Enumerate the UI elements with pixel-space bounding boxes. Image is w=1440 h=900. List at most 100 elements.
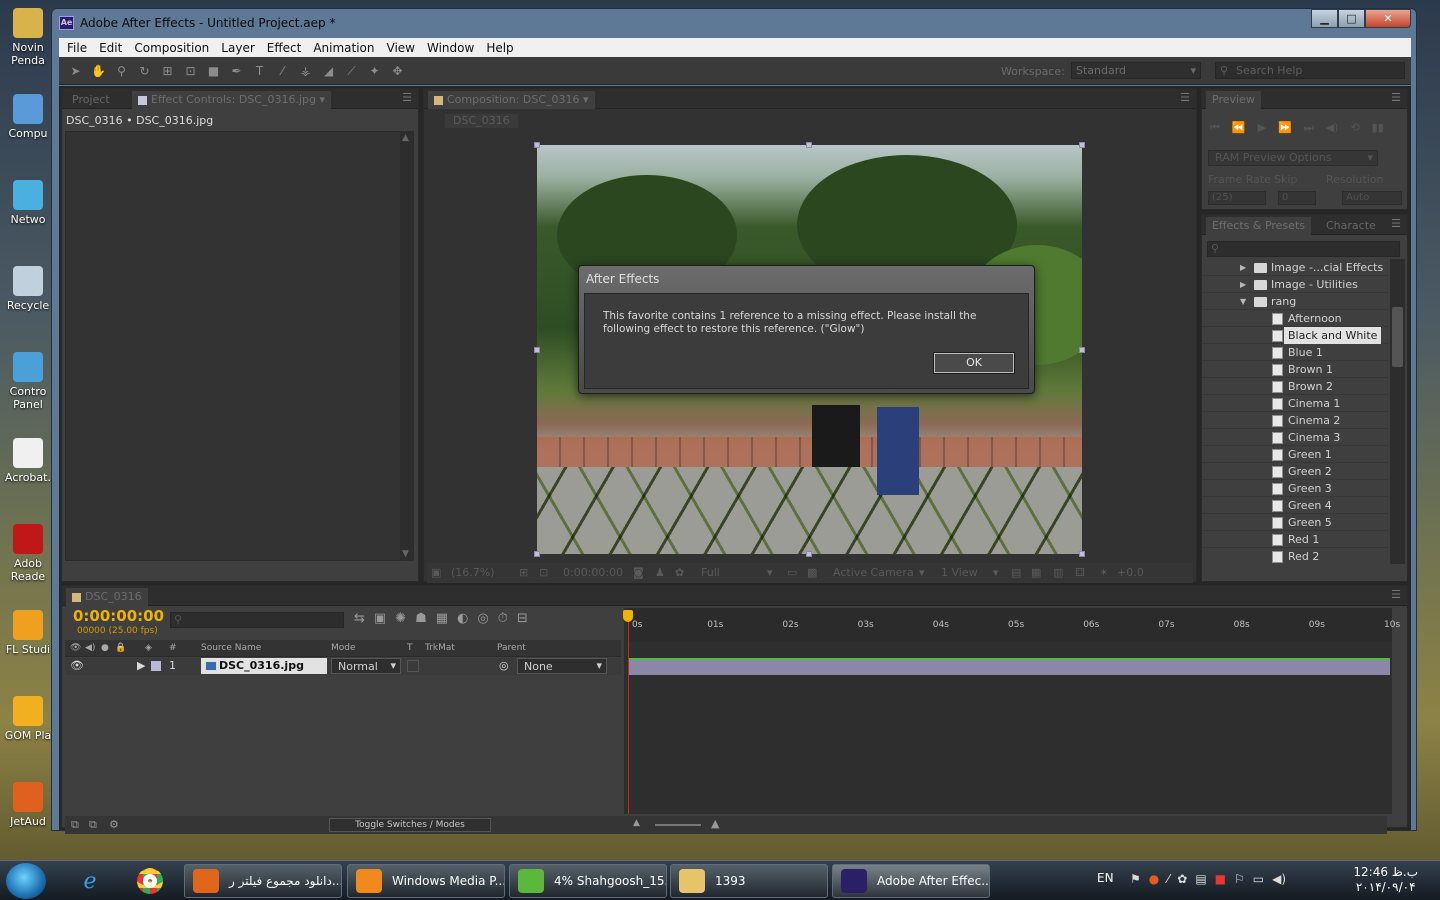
hand-tool-icon[interactable]: ✋ (90, 63, 107, 79)
column-source-name[interactable]: Source Name (201, 643, 261, 653)
chevron-down-icon[interactable]: ▾ (993, 566, 999, 579)
taskbar-folder[interactable]: 1393 (670, 864, 828, 898)
effects-list-item[interactable]: Red 1 (1202, 531, 1388, 548)
zoom-slider[interactable] (655, 824, 701, 826)
transfer-controls-icon[interactable]: ⧉ (89, 818, 97, 832)
in-out-icon[interactable]: ⚙ (109, 818, 119, 831)
comp-subtab[interactable]: DSC_0316 (444, 113, 519, 129)
start-button[interactable] (6, 863, 46, 899)
effects-list-item[interactable]: Cinema 2 (1202, 412, 1388, 429)
layer-handle[interactable] (806, 142, 812, 148)
channel-icon[interactable]: ✿ (675, 566, 684, 579)
tray-volume-icon[interactable]: ◀) (1272, 872, 1286, 886)
effect-controls-scrollbar[interactable]: ▲ ▼ (400, 131, 414, 561)
flowchart-icon[interactable]: ⚃ (1075, 566, 1085, 579)
camera-tool-icon[interactable]: ⊞ (159, 63, 176, 79)
desktop-icon-control-panel[interactable]: Contro Panel (0, 352, 56, 411)
layer-parent-select[interactable]: None ▾ (517, 658, 607, 674)
timeline-search-input[interactable]: ⚲ (170, 612, 344, 628)
ram-preview-icon[interactable]: ▮▮ (1372, 121, 1384, 135)
selection-tool-icon[interactable]: ➤ (67, 63, 84, 79)
exposure-value[interactable]: +0.0 (1117, 566, 1144, 579)
graph-editor-icon[interactable]: ⊟ (517, 611, 528, 626)
tab-project[interactable]: Project (66, 91, 116, 109)
frame-blending-icon[interactable]: ▦ (436, 611, 448, 626)
desktop-icon-network[interactable]: Netwo (0, 180, 56, 226)
audio-icon[interactable]: ◀) (1326, 121, 1339, 135)
menu-help[interactable]: Help (480, 41, 519, 55)
scroll-down-icon[interactable]: ▼ (402, 549, 409, 559)
menu-edit[interactable]: Edit (93, 41, 128, 55)
tray-app-icon[interactable]: ▤ (1195, 872, 1206, 886)
chevron-down-icon[interactable]: ▾ (767, 566, 773, 579)
eye-icon[interactable]: 👁 (70, 659, 84, 672)
zoom-select[interactable]: (16.7%) (451, 566, 495, 579)
scroll-up-icon[interactable]: ▲ (402, 133, 409, 143)
tray-network-icon[interactable]: ▭ (1253, 872, 1264, 886)
scroll-thumb[interactable] (1392, 307, 1403, 367)
ram-preview-options-select[interactable]: RAM Preview Options ▾ (1208, 150, 1378, 166)
tab-effect-controls[interactable]: Effect Controls: DSC_0316.jpg ▾ (132, 91, 332, 109)
next-frame-icon[interactable]: ⏩ (1278, 121, 1292, 135)
effects-list-item[interactable]: Green 2 (1202, 463, 1388, 480)
taskbar-after-effects[interactable]: Adobe After Effec... (832, 864, 990, 898)
live-update-icon[interactable]: ▣ (374, 611, 386, 626)
system-clock[interactable]: 12:46 ب.ظ ۲۰۱۴/۰۹/۰۴ (1353, 865, 1418, 895)
internet-explorer-icon[interactable]: ℯ (64, 865, 116, 897)
zoom-tool-icon[interactable]: ⚲ (113, 63, 130, 79)
expand-triangle-icon[interactable]: ▶ (137, 659, 145, 672)
desktop-icon-computer[interactable]: Compu (0, 94, 56, 140)
fast-previews-icon[interactable]: ▦ (1031, 566, 1041, 579)
effects-list-item[interactable]: Afternoon (1202, 310, 1388, 327)
desktop-icon-jetaudio[interactable]: JetAud (0, 782, 56, 828)
toggle-pixel-aspect-icon[interactable]: ▤ (1011, 566, 1021, 579)
resolution-select[interactable]: Auto (1342, 191, 1402, 205)
brainstorm-icon[interactable]: ◎ (477, 611, 488, 626)
taskbar-wmp[interactable]: Windows Media P... (347, 864, 505, 898)
region-of-interest-icon[interactable]: ▭ (787, 566, 797, 579)
eraser-tool-icon[interactable]: ◢ (320, 63, 337, 79)
rectangle-tool-icon[interactable]: ■ (205, 63, 222, 79)
timeline-layer-row[interactable]: 👁 ▶ 1 DSC_0316.jpg Normal ▾ ◎ None ▾ (65, 658, 621, 675)
effects-list-item[interactable]: Cinema 1 (1202, 395, 1388, 412)
zoom-out-icon[interactable]: ▲ (633, 818, 640, 828)
resolution-select[interactable]: Full (701, 566, 720, 579)
effects-list-item[interactable]: Black and White (1202, 327, 1388, 344)
workspace-select[interactable]: Standard ▾ (1071, 62, 1201, 79)
frame-rate-select[interactable]: (25) (1208, 191, 1266, 205)
trkmat-checkbox[interactable] (407, 660, 419, 672)
roto-brush-tool-icon[interactable]: ⟋ (343, 63, 360, 79)
loop-icon[interactable]: ⟲ (1350, 121, 1359, 135)
taskbar-download[interactable]: 4% Shahgoosh_15... (509, 864, 667, 898)
snapshot-icon[interactable]: ◙ (633, 566, 644, 579)
effects-list-item[interactable]: Brown 2 (1202, 378, 1388, 395)
menu-window[interactable]: Window (421, 41, 480, 55)
effects-list-item[interactable]: Blue 1 (1202, 344, 1388, 361)
view-layout-select[interactable]: 1 View (941, 566, 978, 579)
transparency-grid-icon[interactable]: ▩ (807, 566, 817, 579)
panel-menu-icon[interactable]: ☰ (1391, 91, 1401, 104)
effects-list-item[interactable]: Green 5 (1202, 514, 1388, 531)
layer-mode-select[interactable]: Normal ▾ (331, 658, 401, 674)
maximize-button[interactable]: □ (1338, 9, 1365, 28)
always-preview-icon[interactable]: ▣ (431, 566, 441, 579)
tray-app-icon[interactable]: ⁄ (1167, 872, 1169, 886)
previous-frame-icon[interactable]: ⏪ (1232, 121, 1246, 135)
effects-list-item[interactable]: Green 1 (1202, 446, 1388, 463)
tray-app-icon[interactable]: ■ (1215, 872, 1226, 886)
tab-composition[interactable]: Composition: DSC_0316 ▾ (428, 91, 595, 109)
menu-effect[interactable]: Effect (261, 41, 308, 55)
menu-view[interactable]: View (381, 41, 421, 55)
desktop-icon-novin-pendar[interactable]: Novin Penda (0, 8, 56, 67)
layer-label-color[interactable] (151, 661, 161, 671)
effects-list-item[interactable]: Cinema 3 (1202, 429, 1388, 446)
layer-handle[interactable] (1079, 142, 1085, 148)
timeline-icon[interactable]: ▥ (1053, 566, 1063, 579)
play-icon[interactable]: ▶ (1258, 121, 1266, 135)
desktop-icon-fl-studio[interactable]: FL Studi (0, 610, 56, 656)
effects-list-item[interactable]: Green 3 (1202, 480, 1388, 497)
clone-stamp-tool-icon[interactable]: ⚶ (297, 63, 314, 79)
chevron-down-icon[interactable]: ▾ (919, 566, 925, 579)
tray-flag-icon[interactable]: ⚐ (1234, 872, 1245, 886)
safe-margins-icon[interactable]: ⊡ (539, 566, 548, 579)
